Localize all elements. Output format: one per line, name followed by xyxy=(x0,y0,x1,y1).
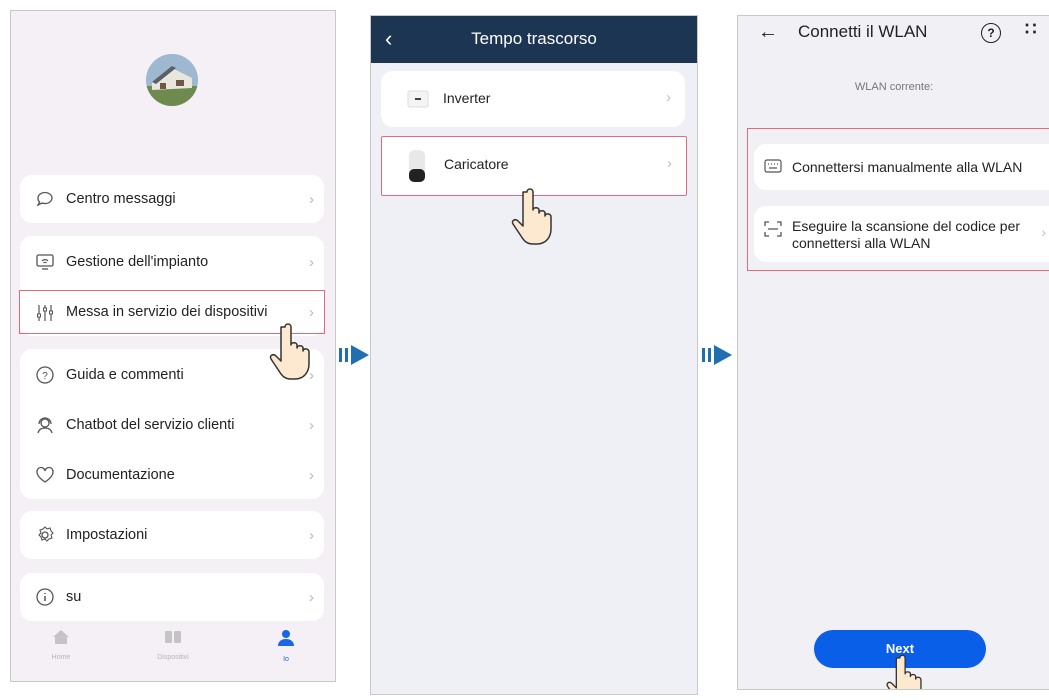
charger-icon xyxy=(409,150,425,182)
pointing-hand-icon xyxy=(886,654,922,689)
tab-me[interactable]: Io xyxy=(256,629,316,663)
person-icon xyxy=(278,630,294,646)
tab-label: Io xyxy=(283,656,289,663)
bottom-tab-bar: Home Dispositivi Io xyxy=(11,621,335,681)
gear-icon xyxy=(38,526,54,542)
menu-label: Centro messaggi xyxy=(66,191,176,207)
sliders-icon xyxy=(37,305,53,321)
home-icon xyxy=(53,630,69,644)
menu-item-plant-management[interactable]: Gestione dell'impianto › xyxy=(20,240,324,284)
chevron-right-icon: › xyxy=(667,155,672,172)
info-circle-icon xyxy=(36,588,54,606)
monitor-wifi-icon xyxy=(36,254,54,270)
tab-label: Home xyxy=(51,654,71,661)
chevron-right-icon: › xyxy=(309,526,314,544)
pointing-hand-icon xyxy=(269,323,310,380)
menu-label: Gestione dell'impianto xyxy=(66,254,209,270)
option-label-line1: Eseguire la scansione del codice per xyxy=(792,218,1021,234)
back-arrow-icon[interactable]: ← xyxy=(758,21,778,44)
chevron-right-icon: › xyxy=(666,89,671,106)
top-bar: ‹ Tempo trascorso xyxy=(371,16,697,63)
devices-icon xyxy=(165,631,181,643)
menu-label: Chatbot del servizio clienti xyxy=(66,417,235,433)
settings-card: Impostazioni › xyxy=(20,511,324,559)
option-manual-wlan[interactable]: Connettersi manualmente alla WLAN xyxy=(754,144,1049,190)
page-title: Connetti il WLAN xyxy=(798,22,928,41)
keyboard-icon xyxy=(764,159,782,173)
more-icon[interactable]: ∷ xyxy=(1025,19,1036,40)
svg-text:?: ? xyxy=(42,371,48,382)
tab-home[interactable]: Home xyxy=(31,629,91,661)
chevron-right-icon: › xyxy=(309,466,314,484)
chevron-right-icon: › xyxy=(309,416,314,434)
menu-label: su xyxy=(66,589,82,605)
avatar[interactable] xyxy=(146,54,198,106)
heart-shield-icon xyxy=(36,466,54,483)
next-step-arrow-icon xyxy=(702,345,732,365)
menu-label: Guida e commenti xyxy=(66,367,184,383)
option-scan-code[interactable]: Eseguire la scansione del codice per con… xyxy=(754,206,1049,262)
chevron-right-icon: › xyxy=(309,303,314,321)
device-item-inverter[interactable]: Inverter › xyxy=(381,71,685,127)
menu-item-messages[interactable]: Centro messaggi › xyxy=(20,177,324,221)
about-card: su › xyxy=(20,573,324,621)
tab-devices[interactable]: Dispositivi xyxy=(143,629,203,661)
house-photo-icon xyxy=(146,54,198,106)
menu-label: Messa in servizio dei dispositivi xyxy=(66,304,268,320)
current-wlan-label: WLAN corrente: xyxy=(854,81,934,93)
chevron-right-icon: › xyxy=(309,588,314,606)
next-step-arrow-icon xyxy=(339,345,369,365)
tab-label: Dispositivi xyxy=(157,654,189,661)
agent-headset-icon xyxy=(37,417,53,434)
option-label: Connettersi manualmente alla WLAN xyxy=(792,159,1023,175)
menu-label: Impostazioni xyxy=(66,527,148,543)
chevron-right-icon: › xyxy=(309,253,314,271)
option-label-line2: connettersi alla WLAN xyxy=(792,235,931,251)
pointing-hand-icon xyxy=(511,188,552,245)
chat-bubble-icon xyxy=(36,191,53,207)
menu-item-chatbot[interactable]: Chatbot del servizio clienti › xyxy=(20,403,324,447)
menu-item-about[interactable]: su › xyxy=(20,575,324,619)
scan-icon xyxy=(764,221,782,237)
device-label: Caricatore xyxy=(444,156,509,172)
device-label: Inverter xyxy=(443,90,491,106)
menu-item-documentation[interactable]: Documentazione › xyxy=(20,453,324,497)
menu-label: Documentazione xyxy=(66,467,175,483)
chevron-right-icon: › xyxy=(309,190,314,208)
menu-item-settings[interactable]: Impostazioni › xyxy=(20,513,324,557)
phone-screen-device-type: ‹ Tempo trascorso Inverter › Caricatore … xyxy=(370,15,698,695)
chevron-right-icon: › xyxy=(1041,224,1046,240)
page-title: Tempo trascorso xyxy=(471,29,597,48)
help-icon[interactable]: ? xyxy=(981,23,1001,43)
phone-screen-connect-wlan: ← Connetti il WLAN ? ∷ WLAN corrente: Co… xyxy=(737,15,1049,690)
question-circle-icon: ? xyxy=(36,366,54,384)
inverter-icon xyxy=(407,90,429,108)
phone-screen-me: Centro messaggi › Gestione dell'impianto… xyxy=(10,10,336,682)
messages-card: Centro messaggi › xyxy=(20,175,324,223)
